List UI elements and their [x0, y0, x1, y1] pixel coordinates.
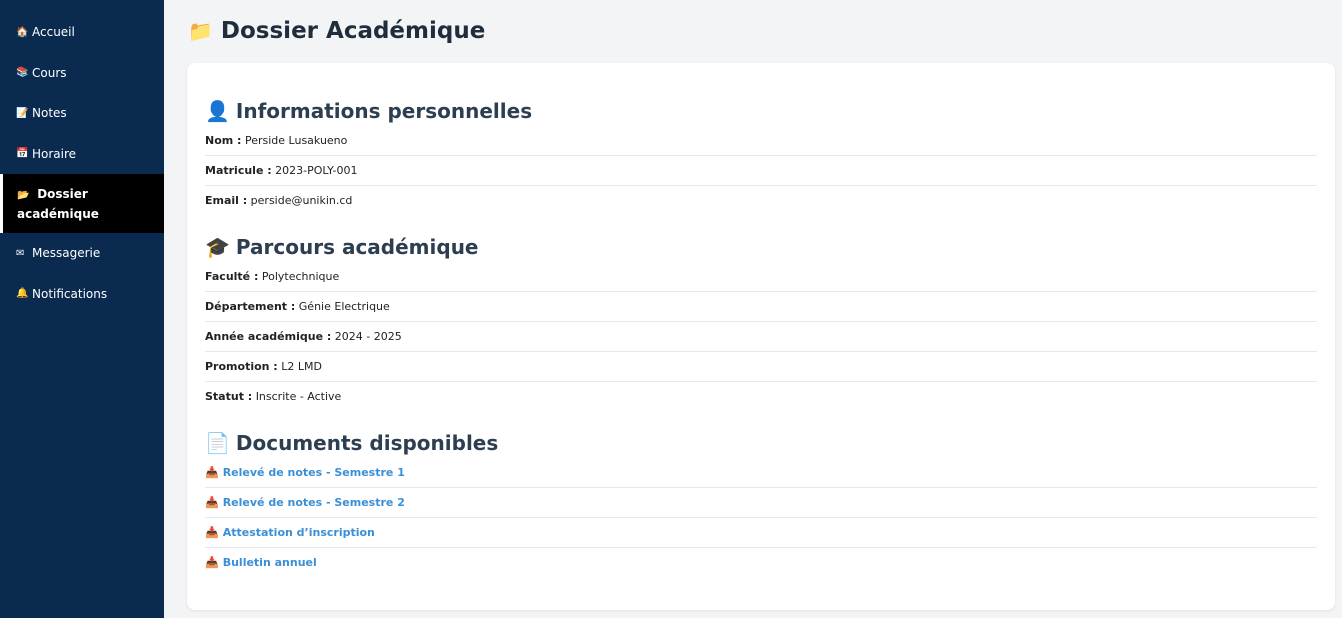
info-row-email: Email : perside@unikin.cd [205, 186, 1317, 216]
personal-info-section: 👤 Informations personnelles Nom : Persid… [205, 96, 1317, 216]
sidebar-item-label: Notifications [32, 286, 108, 301]
list-item: 📥 Attestation d’inscription [205, 518, 1317, 548]
info-label: Promotion : [205, 360, 278, 373]
calendar-icon: 📅 [16, 148, 29, 160]
sidebar-item-notes[interactable]: 📝 Notes [0, 93, 164, 134]
section-title: 🎓 Parcours académique [205, 232, 1317, 262]
document-link-label: Attestation d’inscription [222, 526, 375, 539]
download-icon: 📥 [205, 526, 219, 539]
info-value: L2 LMD [281, 360, 322, 373]
info-value: 2023-POLY-001 [275, 164, 358, 177]
home-icon: 🏠 [16, 26, 29, 38]
sidebar-item-dossier-academique[interactable]: 📂 Dossier académique [0, 174, 164, 233]
user-icon: 👤 [205, 99, 230, 123]
sidebar-item-horaire[interactable]: 📅 Horaire [0, 134, 164, 175]
info-row-matricule: Matricule : 2023-POLY-001 [205, 156, 1317, 186]
list-item: 📥 Bulletin annuel [205, 548, 1317, 578]
info-label: Année académique : [205, 330, 332, 343]
info-label: Statut : [205, 390, 253, 403]
sidebar-item-cours[interactable]: 📚 Cours [0, 53, 164, 94]
download-icon: 📥 [205, 556, 219, 569]
section-title-text: Parcours académique [235, 235, 479, 259]
info-value: Perside Lusakueno [244, 134, 348, 147]
sidebar-item-label-line2: académique [17, 206, 99, 221]
document-link-releve-s1[interactable]: 📥 Relevé de notes - Semestre 1 [205, 458, 405, 488]
section-title-text: Documents disponibles [235, 431, 499, 455]
document-link-attestation[interactable]: 📥 Attestation d’inscription [205, 518, 375, 548]
memo-icon: 📝 [16, 107, 29, 119]
books-icon: 📚 [16, 67, 29, 79]
document-link-releve-s2[interactable]: 📥 Relevé de notes - Semestre 2 [205, 488, 405, 518]
info-label: Email : [205, 194, 248, 207]
document-link-label: Bulletin annuel [222, 556, 317, 569]
sidebar-item-label: Horaire [32, 146, 77, 161]
page-title: 📁 Dossier Académique [188, 18, 485, 44]
info-value: perside@unikin.cd [250, 194, 353, 207]
sidebar-item-label: Cours [32, 65, 67, 80]
section-title: 📄 Documents disponibles [205, 428, 1317, 458]
info-label: Nom : [205, 134, 242, 147]
section-title: 👤 Informations personnelles [205, 96, 1317, 126]
academic-path-section: 🎓 Parcours académique Faculté : Polytech… [205, 232, 1317, 412]
document-icon: 📄 [205, 431, 230, 455]
info-label: Faculté : [205, 270, 259, 283]
sidebar-item-messagerie[interactable]: ✉ Messagerie [0, 233, 164, 274]
sidebar-item-label-wrap: 📂 Dossier académique [17, 185, 99, 223]
document-link-label: Relevé de notes - Semestre 1 [222, 466, 405, 479]
info-value: Polytechnique [261, 270, 340, 283]
main-content: 📁 Dossier Académique 👤 Informations pers… [164, 0, 1342, 618]
sidebar-item-label: Notes [32, 106, 67, 121]
info-row-departement: Département : Génie Electrique [205, 292, 1317, 322]
graduation-cap-icon: 🎓 [205, 235, 230, 259]
academic-info-list: Faculté : Polytechnique Département : Gé… [205, 262, 1317, 412]
sidebar-item-notifications[interactable]: 🔔 Notifications [0, 274, 164, 315]
sidebar-item-label-line1: Dossier [37, 186, 88, 201]
section-title-text: Informations personnelles [235, 99, 533, 123]
sidebar: 🏠 Accueil 📚 Cours 📝 Notes 📅 Horaire 📂 Do… [0, 0, 164, 618]
info-label: Matricule : [205, 164, 272, 177]
folder-icon: 📁 [188, 19, 213, 43]
envelope-icon: ✉ [16, 247, 25, 259]
sidebar-item-accueil[interactable]: 🏠 Accueil [0, 12, 164, 53]
documents-section: 📄 Documents disponibles 📥 Relevé de note… [205, 428, 1317, 578]
info-value: Inscrite - Active [255, 390, 342, 403]
page-title-text: Dossier Académique [220, 18, 486, 44]
list-item: 📥 Relevé de notes - Semestre 2 [205, 488, 1317, 518]
info-value: 2024 - 2025 [334, 330, 402, 343]
document-link-bulletin[interactable]: 📥 Bulletin annuel [205, 548, 317, 578]
list-item: 📥 Relevé de notes - Semestre 1 [205, 458, 1317, 488]
download-icon: 📥 [205, 466, 219, 479]
info-row-faculte: Faculté : Polytechnique [205, 262, 1317, 292]
info-row-annee: Année académique : 2024 - 2025 [205, 322, 1317, 352]
document-link-label: Relevé de notes - Semestre 2 [222, 496, 405, 509]
sidebar-item-label: Accueil [32, 25, 75, 40]
personal-info-list: Nom : Perside Lusakueno Matricule : 2023… [205, 126, 1317, 216]
bell-icon: 🔔 [16, 288, 29, 300]
info-label: Département : [205, 300, 296, 313]
info-row-nom: Nom : Perside Lusakueno [205, 126, 1317, 156]
folder-icon: 📂 [17, 189, 30, 201]
dossier-card: 👤 Informations personnelles Nom : Persid… [187, 63, 1335, 610]
documents-list: 📥 Relevé de notes - Semestre 1 📥 Relevé … [205, 458, 1317, 578]
sidebar-item-label: Messagerie [32, 246, 101, 261]
info-value: Génie Electrique [298, 300, 390, 313]
info-row-statut: Statut : Inscrite - Active [205, 382, 1317, 412]
info-row-promotion: Promotion : L2 LMD [205, 352, 1317, 382]
download-icon: 📥 [205, 496, 219, 509]
